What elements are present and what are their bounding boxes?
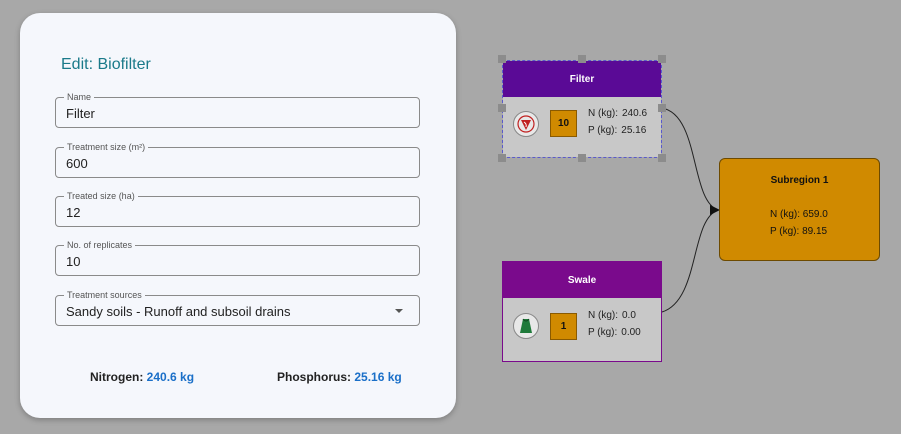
resize-handle-b[interactable] <box>578 154 586 162</box>
filter-node[interactable]: Filter 10 N (kg): 240.6 P (kg): 25.16 <box>502 60 662 158</box>
subregion-n-label: N (kg): <box>770 209 800 220</box>
resize-handle-tr[interactable] <box>658 55 666 63</box>
filter-node-header: Filter <box>503 61 661 97</box>
resize-handle-r[interactable] <box>658 104 666 112</box>
filter-node-body: 10 N (kg): 240.6 P (kg): 25.16 <box>503 97 661 157</box>
swale-count-badge: 1 <box>550 313 577 340</box>
swale-node-header: Swale <box>503 262 661 298</box>
resize-handle-br[interactable] <box>658 154 666 162</box>
filter-p-label: P (kg): <box>588 125 618 136</box>
resize-handle-bl[interactable] <box>498 154 506 162</box>
subregion-p-value: 89.15 <box>802 226 828 237</box>
filter-n-value: 240.6 <box>622 108 648 119</box>
subregion-n: N (kg): 659.0 <box>770 209 828 220</box>
swale-p-value: 0.00 <box>621 327 641 338</box>
subregion-title: Subregion 1 <box>770 175 829 186</box>
swale-node[interactable]: Swale 1 N (kg): 0.0 P (kg): 0.00 <box>502 261 662 362</box>
filter-nutrients: N (kg): 240.6 P (kg): 25.16 <box>588 105 647 139</box>
swale-node-body: 1 N (kg): 0.0 P (kg): 0.00 <box>503 298 661 361</box>
swale-icon <box>513 313 539 339</box>
filter-count-badge: 10 <box>550 110 577 137</box>
swale-p-label: P (kg): <box>588 327 618 338</box>
filter-n-label: N (kg): <box>588 108 618 119</box>
edge-filter-subregion <box>661 107 719 211</box>
edge-swale-subregion <box>661 209 719 313</box>
subregion-n-value: 659.0 <box>802 209 828 220</box>
swale-nutrients: N (kg): 0.0 P (kg): 0.00 <box>588 307 641 341</box>
biofilter-icon <box>513 111 539 137</box>
resize-handle-tl[interactable] <box>498 55 506 63</box>
subregion-p: P (kg): 89.15 <box>770 226 827 237</box>
subregion-p-label: P (kg): <box>770 226 800 237</box>
swale-n-label: N (kg): <box>588 310 618 321</box>
resize-handle-t[interactable] <box>578 55 586 63</box>
swale-n-value: 0.0 <box>622 310 636 321</box>
resize-handle-l[interactable] <box>498 104 506 112</box>
filter-p-value: 25.16 <box>621 125 647 136</box>
subregion-node[interactable]: Subregion 1 N (kg): 659.0 P (kg): 89.15 <box>719 158 880 261</box>
